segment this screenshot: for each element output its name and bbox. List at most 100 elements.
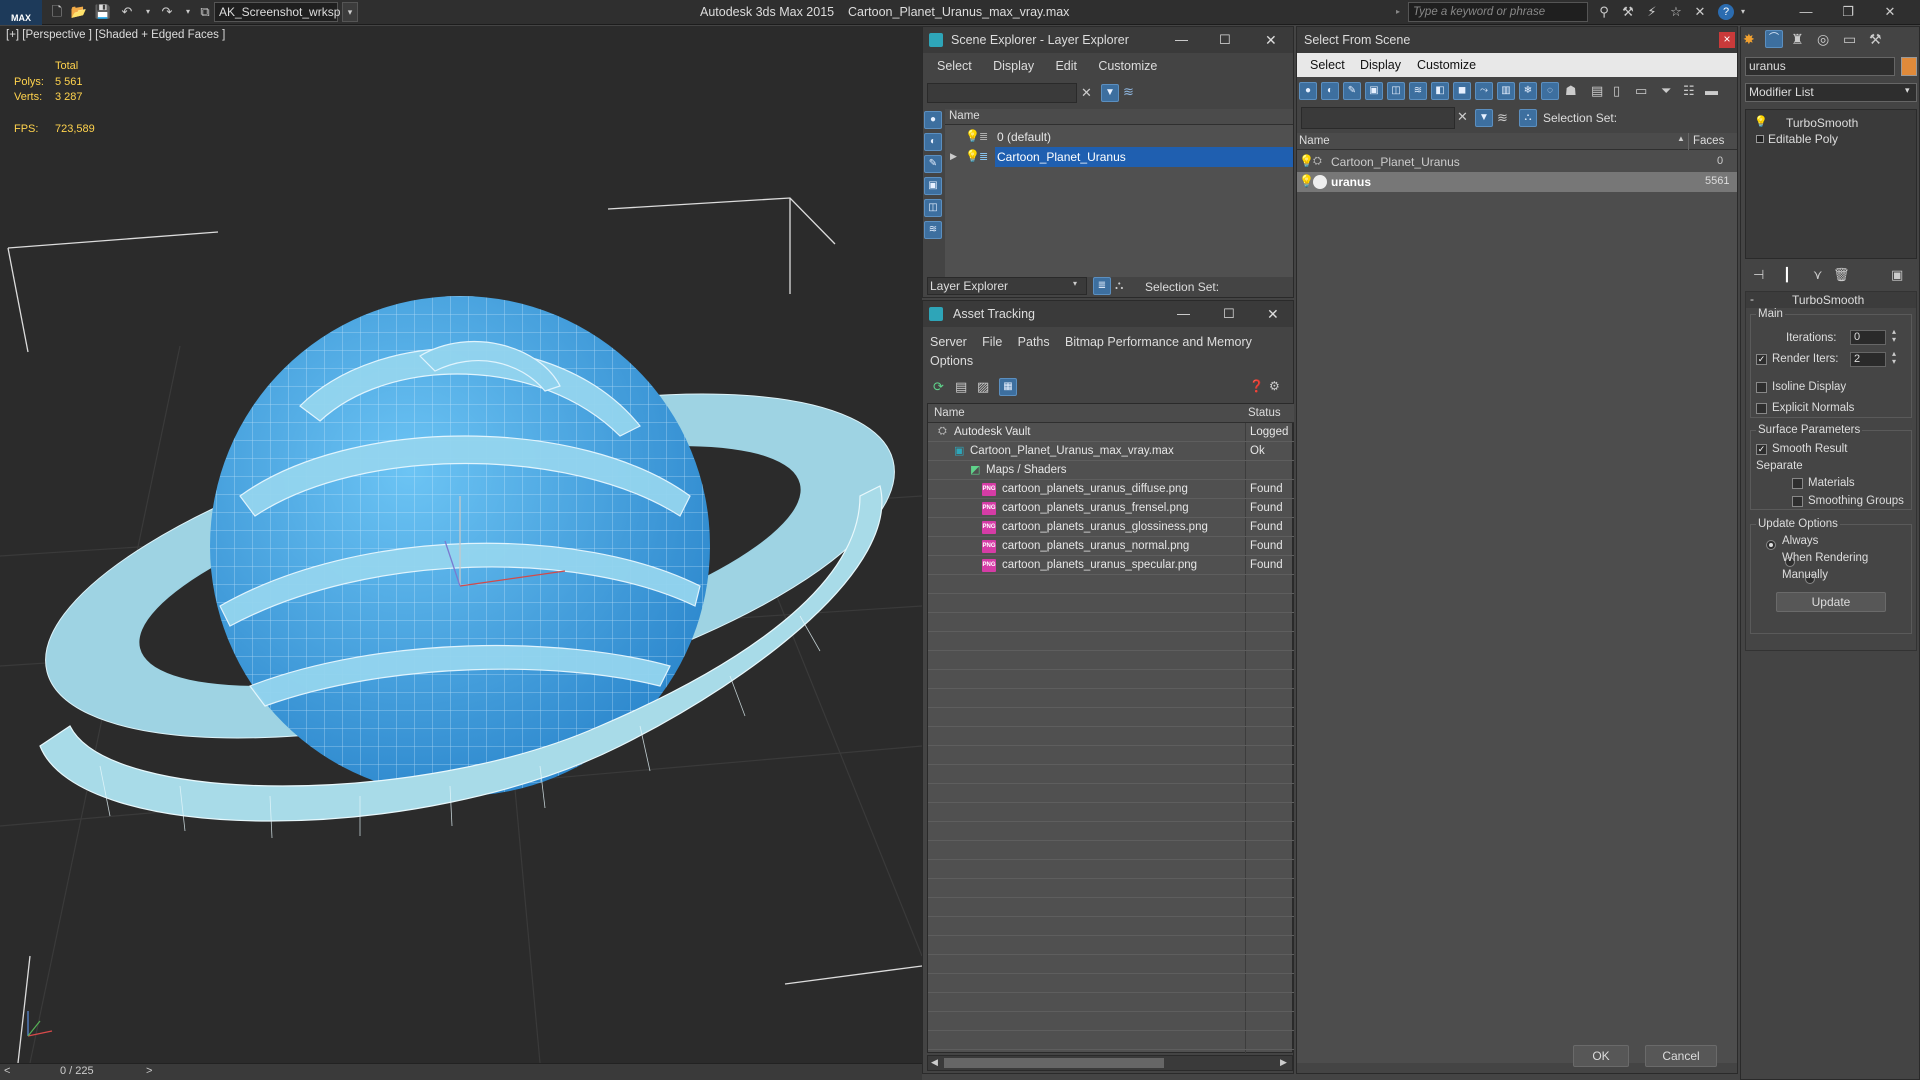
display-cameras-icon[interactable]: ▣ (1365, 82, 1383, 100)
display-xrefs-icon[interactable]: ◼ (1453, 82, 1471, 100)
iterations-spinner-arrows-icon[interactable]: ▴ ▾ (1892, 328, 1896, 344)
asset-row[interactable]: PNG cartoon_planets_uranus_normal.png Foun… (928, 537, 1294, 556)
object-row[interactable]: 💡 ⛭ Cartoon_Planet_Uranus 0 (1297, 152, 1737, 172)
explorer-type-dropdown-arrow-icon[interactable]: ▾ (1073, 279, 1077, 288)
binoculars-icon[interactable]: ⚲ (1594, 3, 1614, 21)
asset-tracking-titlebar[interactable]: Asset Tracking — ☐ ✕ (923, 301, 1293, 327)
select-all-icon[interactable]: ▤ (1591, 83, 1603, 99)
motion-tab-icon[interactable]: ◎ (1817, 31, 1829, 48)
stack-item-label[interactable]: Editable Poly (1768, 132, 1838, 146)
hierarchy-view-icon[interactable]: ☷ (1683, 83, 1695, 99)
filter-funnel-icon[interactable]: ⏷ (1661, 83, 1671, 99)
col-name-header[interactable]: Name (934, 407, 965, 419)
help-tool-icon[interactable]: ❓ (1249, 379, 1264, 393)
scene-explorer-find-input[interactable] (927, 83, 1077, 103)
select-find-input[interactable] (1301, 107, 1455, 129)
asset-row[interactable]: PNG cartoon_planets_uranus_diffuse.png Fou… (928, 480, 1294, 499)
stack-item-label[interactable]: TurboSmooth (1786, 116, 1858, 130)
col-status-header[interactable]: Status (1248, 407, 1281, 419)
scroll-thumb[interactable] (944, 1058, 1164, 1068)
smoothing-groups-checkbox[interactable] (1792, 496, 1803, 507)
modifier-list-arrow-icon[interactable]: ▾ (1905, 85, 1910, 96)
time-next-button[interactable]: > (146, 1065, 152, 1077)
select-dialog-titlebar[interactable]: Select From Scene × (1297, 27, 1737, 53)
app-logo-icon[interactable]: MAX (0, 0, 42, 25)
hierarchy-tab-icon[interactable]: ♜ (1791, 31, 1804, 48)
layer-explorer-icon[interactable]: ≣ (1093, 277, 1111, 295)
bulb-icon[interactable]: 💡 (965, 149, 980, 163)
show-end-result-icon[interactable]: ┃ (1783, 267, 1791, 283)
display-geometry-icon[interactable]: ● (1299, 82, 1317, 100)
exchange-icon[interactable]: ✕ (1690, 3, 1710, 21)
utilities-tab-icon[interactable]: ⚒ (1869, 31, 1882, 48)
scroll-left-icon[interactable]: ◀ (931, 1057, 938, 1068)
make-unique-icon[interactable]: ⋎ (1813, 267, 1823, 283)
menu-edit[interactable]: Edit (1055, 59, 1077, 73)
maximize-icon[interactable]: ☐ (1219, 27, 1231, 53)
favorites-star-icon[interactable]: ☆ (1666, 3, 1686, 21)
save-file-icon[interactable]: 💾 (94, 3, 112, 21)
refresh-icon[interactable]: ⟳ (933, 379, 944, 395)
pin-stack-icon[interactable]: ⊣ (1753, 267, 1764, 283)
filter-spacewarps-icon[interactable]: ≋ (924, 221, 942, 239)
object-name[interactable]: uranus (1331, 175, 1371, 189)
clear-find-icon[interactable]: ✕ (1457, 109, 1468, 125)
redo-icon[interactable]: ↷ (158, 3, 176, 21)
display-shapes-icon[interactable]: ◐ (1321, 82, 1339, 100)
filter-cameras-icon[interactable]: ▣ (924, 177, 942, 195)
settings-tool-icon[interactable]: ⚙ (1269, 379, 1280, 393)
asset-row[interactable]: PNG cartoon_planets_uranus_glossiness.png… (928, 518, 1294, 537)
always-radio[interactable] (1766, 539, 1776, 550)
tools-icon[interactable]: ⚒ (1618, 3, 1638, 21)
scene-explorer-titlebar[interactable]: Scene Explorer - Layer Explorer — ☐ ✕ (923, 27, 1293, 53)
minimize-icon[interactable]: — (1175, 27, 1188, 53)
render-iters-spinner-arrows-icon[interactable]: ▴ ▾ (1892, 350, 1896, 366)
asset-row[interactable]: ◩ Maps / Shaders (928, 461, 1294, 480)
modifier-on-bulb-icon[interactable]: 💡 (1754, 115, 1768, 128)
help-dropdown-icon[interactable]: ▾ (1738, 3, 1748, 21)
layer-mode-icon[interactable]: ≋ (1497, 110, 1508, 126)
stack-item[interactable]: Editable Poly (1754, 130, 1914, 148)
layer-row[interactable]: ▶ 💡 ≣ Cartoon_Planet_Uranus (945, 147, 1293, 167)
minimize-icon[interactable]: — (1177, 301, 1190, 327)
thumbnail-view-icon[interactable]: ▨ (977, 379, 989, 395)
display-helpers-icon[interactable]: ◫ (1387, 82, 1405, 100)
layer-tree-header[interactable]: Name (945, 109, 1293, 125)
hierarchy-icon[interactable]: ⛬ (1115, 278, 1123, 293)
viewport-label[interactable]: [+] [Perspective ] [Shaded + Edged Faces… (6, 29, 225, 41)
time-slider[interactable]: < 0 / 225 > (0, 1063, 922, 1080)
select-dialog-close-button[interactable]: × (1719, 32, 1735, 48)
asset-row[interactable]: PNG cartoon_planets_uranus_frensel.png Fou… (928, 499, 1294, 518)
iterations-spinner[interactable]: 0 (1850, 330, 1886, 345)
display-lights-icon[interactable]: ✎ (1343, 82, 1361, 100)
menu-bitmap-performance[interactable]: Bitmap Performance and Memory (1065, 335, 1252, 349)
materials-checkbox[interactable] (1792, 478, 1803, 489)
undo-icon[interactable]: ↶ (118, 3, 136, 21)
scroll-right-icon[interactable]: ▶ (1280, 1057, 1287, 1068)
perspective-viewport[interactable]: [+] [Perspective ] [Shaded + Edged Faces… (0, 26, 922, 1063)
menu-paths[interactable]: Paths (1018, 335, 1050, 349)
display-groups-icon[interactable]: ◧ (1431, 82, 1449, 100)
object-name[interactable]: Cartoon_Planet_Uranus (1331, 155, 1460, 169)
new-file-icon[interactable]: 🗋 (48, 3, 66, 21)
col-faces-header[interactable]: Faces (1693, 135, 1724, 147)
menu-customize[interactable]: Customize (1098, 59, 1157, 73)
smooth-result-checkbox[interactable]: ✓ (1756, 444, 1767, 455)
table-view-icon[interactable]: ▦ (999, 378, 1017, 396)
layer-label[interactable]: 0 (default) (997, 130, 1051, 144)
bulb-icon[interactable]: 💡 (1299, 154, 1314, 168)
help-icon[interactable]: ? (1718, 4, 1734, 20)
filter-icon[interactable]: ▼ (1101, 84, 1119, 102)
menu-display[interactable]: Display (1360, 58, 1401, 72)
close-icon[interactable]: ✕ (1267, 301, 1279, 327)
hierarchy-mode-icon[interactable]: ⛬ (1519, 109, 1537, 127)
explicit-normals-checkbox[interactable] (1756, 403, 1767, 414)
menu-customize[interactable]: Customize (1417, 58, 1476, 72)
collapse-all-icon[interactable]: ▬ (1705, 83, 1718, 98)
menu-select[interactable]: Select (1310, 58, 1345, 72)
render-iters-spinner[interactable]: 2 (1850, 352, 1886, 367)
display-tab-icon[interactable]: ▭ (1843, 31, 1856, 48)
menu-options[interactable]: Options (930, 354, 973, 368)
modifier-list-dropdown[interactable]: Modifier List (1745, 83, 1917, 102)
display-frozen-icon[interactable]: ❄ (1519, 82, 1537, 100)
